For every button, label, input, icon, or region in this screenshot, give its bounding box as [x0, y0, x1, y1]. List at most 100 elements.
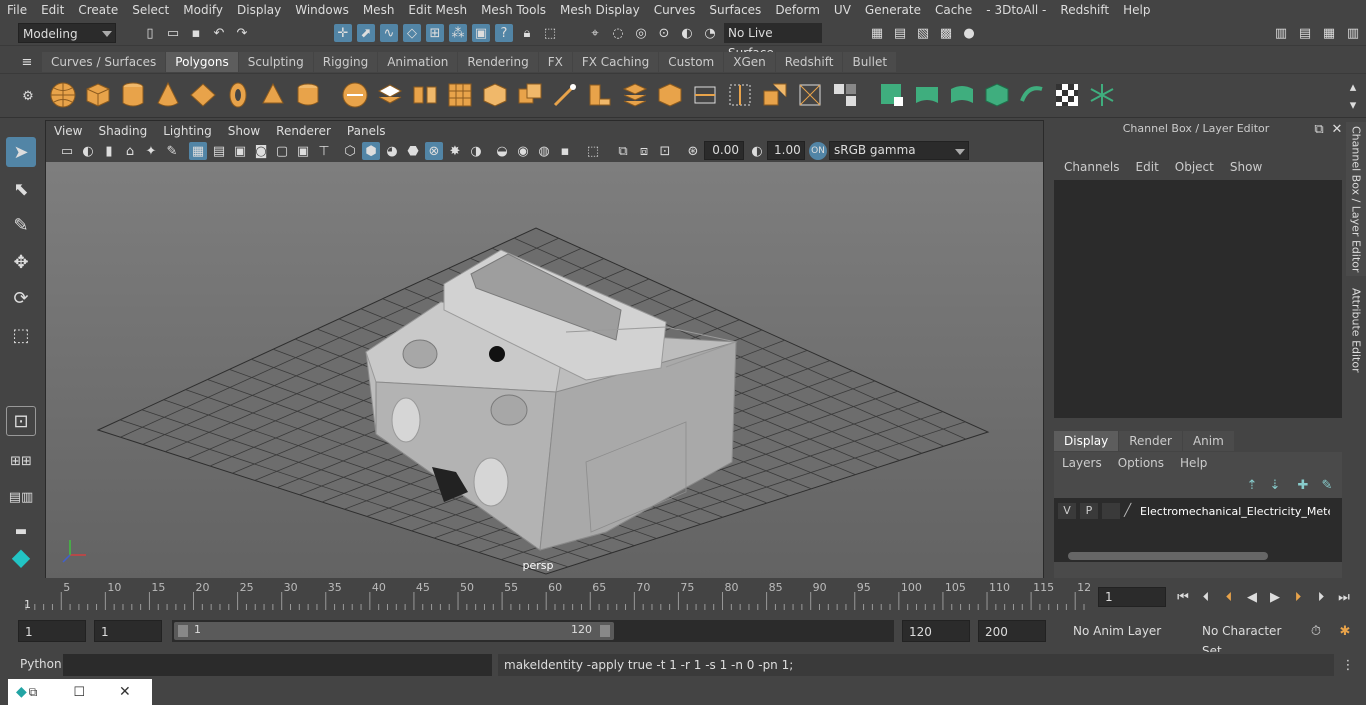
open-scene-icon[interactable]: ▭	[164, 24, 182, 42]
render-icon[interactable]: ▤	[891, 24, 909, 42]
append-icon[interactable]	[621, 81, 649, 109]
shelf-tab-bullet[interactable]: Bullet	[843, 52, 897, 72]
layer-type-toggle[interactable]	[1102, 503, 1120, 519]
hypershade-icon[interactable]: ●	[960, 24, 978, 42]
collapse-icon[interactable]	[831, 81, 859, 109]
snap-grid-icon[interactable]: ⊞	[426, 24, 444, 42]
playback-start-field[interactable]: 1	[94, 620, 162, 642]
extrude-icon[interactable]	[551, 81, 579, 109]
range-handle-end-grip[interactable]	[600, 625, 610, 637]
panel-menu-shading[interactable]: Shading	[90, 124, 155, 138]
combine-icon[interactable]	[341, 81, 369, 109]
shelf-tab-fx-caching[interactable]: FX Caching	[572, 52, 659, 72]
panel-menu-view[interactable]: View	[46, 124, 90, 138]
attribute-toggle-icon[interactable]: ▦	[1320, 24, 1338, 42]
gamma-field[interactable]: 1.00	[767, 141, 805, 160]
script-editor-icon[interactable]: ⋮	[1339, 656, 1357, 674]
workspace-icon[interactable]: ▥	[1272, 24, 1290, 42]
poly-cylinder-icon[interactable]	[119, 81, 147, 109]
layer-menu-layers[interactable]: Layers	[1054, 456, 1110, 470]
range-handle[interactable]: 1 120	[174, 622, 614, 640]
menu-edit-mesh[interactable]: Edit Mesh	[401, 3, 474, 17]
menu-modify[interactable]: Modify	[176, 3, 230, 17]
help-icon[interactable]: ?	[495, 24, 513, 42]
menu-mesh[interactable]: Mesh	[356, 3, 402, 17]
layer-color-icon[interactable]: ╱	[1124, 503, 1138, 519]
panel-menu-panels[interactable]: Panels	[339, 124, 394, 138]
rotate-tool-icon[interactable]: ⟳	[6, 283, 36, 313]
menu-deform[interactable]: Deform	[768, 3, 827, 17]
step-back-icon[interactable]: ⏴	[1197, 588, 1215, 606]
mode-dropdown[interactable]: Modeling	[18, 23, 116, 43]
menu-3dtoall[interactable]: - 3DtoAll -	[979, 3, 1053, 17]
go-to-end-icon[interactable]: ⏭	[1335, 588, 1353, 606]
step-back-key-icon[interactable]: ⏴	[1220, 588, 1238, 606]
panel-menu-renderer[interactable]: Renderer	[268, 124, 339, 138]
menu-edit[interactable]: Edit	[34, 3, 71, 17]
gate-mask-icon[interactable]: ▣	[231, 142, 249, 160]
channel-menu-edit[interactable]: Edit	[1128, 160, 1167, 174]
panel-float-icon[interactable]: ⧉	[1310, 120, 1328, 138]
resolution-gate-icon[interactable]: ▤	[210, 142, 228, 160]
anim-layer-dropdown[interactable]: No Anim Layer	[1049, 621, 1175, 641]
shelf-tab-rendering[interactable]: Rendering	[458, 52, 538, 72]
snap-view-icon[interactable]: ⊙	[655, 24, 673, 42]
new-scene-icon[interactable]: ▯	[141, 24, 159, 42]
maximize-icon[interactable]: ☐	[73, 685, 85, 700]
image-plane-icon[interactable]: ⌂	[121, 142, 139, 160]
shelf-scroll-up-icon[interactable]: ▴	[1344, 78, 1362, 96]
ipr-render-icon[interactable]: ▧	[914, 24, 932, 42]
magnet-icon[interactable]: ⬚	[541, 24, 559, 42]
field-chart-icon[interactable]: ◙	[252, 142, 270, 160]
bookmark-icon[interactable]: ▮	[100, 142, 118, 160]
anim-end-field[interactable]: 200	[978, 620, 1046, 642]
new-layer-icon[interactable]: ✚	[1294, 476, 1312, 494]
wireframe-icon[interactable]: ⬡	[341, 142, 359, 160]
time-slider[interactable]: 5 10 15 20 25 30 35 40 45 50 55 60 65 70 75 80 85 90 95 100…	[0, 578, 1366, 616]
four-view-icon[interactable]: ⊞⊞	[6, 446, 36, 476]
shelf-scroll-down-icon[interactable]: ▾	[1344, 96, 1362, 114]
mirror-icon[interactable]	[411, 81, 439, 109]
side-tab-attribute-editor[interactable]: Attribute Editor	[1346, 282, 1366, 378]
fill-hole-icon[interactable]	[656, 81, 684, 109]
exposure-icon[interactable]: ⊛	[684, 142, 702, 160]
soft-select-icon[interactable]: ⌖	[586, 24, 604, 42]
menu-windows[interactable]: Windows	[288, 3, 356, 17]
film-gate-icon[interactable]: ✎	[163, 142, 181, 160]
shelf-tab-animation[interactable]: Animation	[378, 52, 458, 72]
camera-icon[interactable]: ◐	[79, 142, 97, 160]
single-view-icon[interactable]: ⊡	[6, 406, 36, 436]
letterbox-icon[interactable]: ⊤	[315, 142, 333, 160]
paint-tool-icon[interactable]: ✎	[6, 210, 36, 240]
auto-key-icon[interactable]: ⏱	[1307, 622, 1325, 640]
shelf-tab-rigging[interactable]: Rigging	[313, 52, 378, 72]
shadows-icon[interactable]: ✸	[446, 142, 464, 160]
poly-torus-icon[interactable]	[224, 81, 252, 109]
channel-menu-object[interactable]: Object	[1167, 160, 1222, 174]
snap-plane-icon[interactable]: ◐	[678, 24, 696, 42]
poly-cube-icon[interactable]	[84, 81, 112, 109]
smooth-icon[interactable]	[446, 81, 474, 109]
panel-close-icon[interactable]: ✕	[1328, 120, 1346, 138]
gamma-icon[interactable]: ◐	[748, 142, 766, 160]
menu-cache[interactable]: Cache	[928, 3, 979, 17]
lock-icon[interactable]: 🔒︎	[518, 24, 536, 42]
layer-tab-render[interactable]: Render	[1119, 431, 1182, 451]
snap-icon[interactable]: ◇	[403, 24, 421, 42]
move-layer-down-icon[interactable]: ⇣	[1266, 476, 1284, 494]
menu-file[interactable]: File	[0, 3, 34, 17]
reduce-icon[interactable]	[481, 81, 509, 109]
multi-cut-icon[interactable]	[691, 81, 719, 109]
layer-playback-toggle[interactable]: P	[1080, 503, 1098, 519]
anti-alias-icon[interactable]: ◍	[535, 142, 553, 160]
character-set-dropdown[interactable]: No Character Set	[1178, 621, 1304, 658]
menu-redshift[interactable]: Redshift	[1053, 3, 1116, 17]
checker-icon[interactable]	[1053, 81, 1081, 109]
restore-icon[interactable]: ⧉	[29, 685, 38, 700]
layer-visibility-toggle[interactable]: V	[1058, 503, 1076, 519]
motion-blur-icon[interactable]: ◉	[514, 142, 532, 160]
layer-name[interactable]: Electromechanical_Electricity_Meter_C	[1140, 505, 1330, 518]
range-handle-start-grip[interactable]	[178, 625, 188, 637]
redo-icon[interactable]: ↷	[233, 24, 251, 42]
menu-create[interactable]: Create	[71, 3, 125, 17]
